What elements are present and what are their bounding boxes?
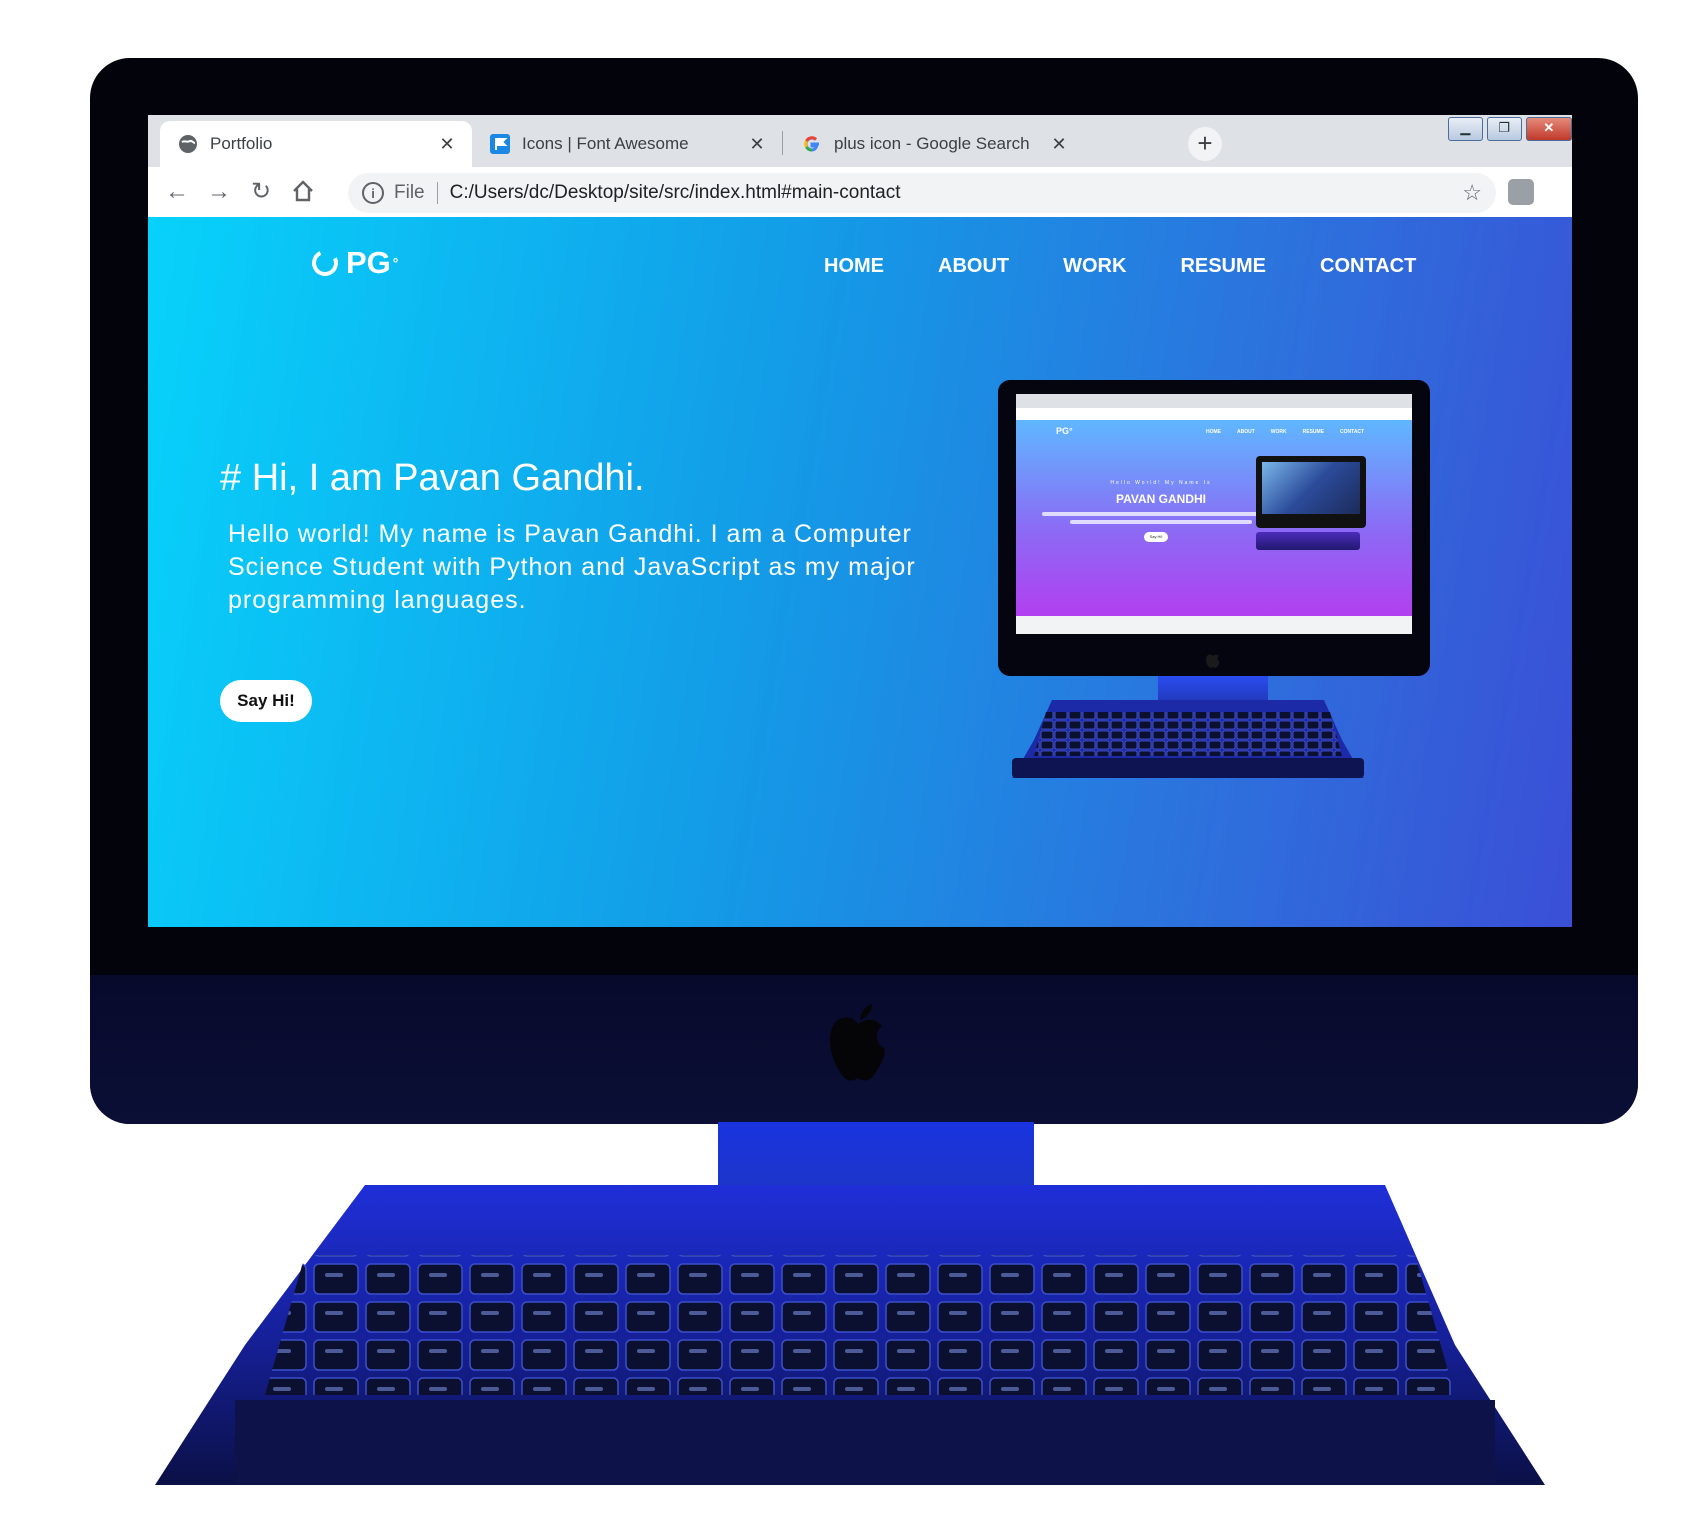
extension-bookmark-icon[interactable] <box>1508 179 1534 205</box>
apple-logo-icon <box>829 1004 885 1081</box>
mini-text-line <box>1070 520 1252 524</box>
close-icon[interactable]: ✕ <box>434 134 460 155</box>
mini-greeting: Hello World! My Name Is <box>1110 480 1212 486</box>
mini-imac-keyboard <box>1256 532 1360 550</box>
reload-icon[interactable]: ↻ <box>248 179 274 205</box>
mini-keyboard-image <box>1012 700 1364 778</box>
mini-nav-home: HOME <box>1206 429 1221 435</box>
close-icon[interactable]: ✕ <box>1046 134 1072 155</box>
site-nav: HOME ABOUT WORK RESUME CONTACT <box>824 255 1416 278</box>
hero-title: # Hi, I am Pavan Gandhi. <box>220 457 645 499</box>
tab-title: plus icon - Google Search <box>834 134 1030 153</box>
tab-title: Portfolio <box>210 134 273 153</box>
power-ring-icon <box>308 246 342 280</box>
nav-work[interactable]: WORK <box>1063 255 1126 278</box>
site-logo[interactable]: PG ° <box>308 245 399 281</box>
browser-window: Portfolio ✕ Icons | Font Awesome ✕ plus … <box>148 115 1572 927</box>
mini-say-hi-button: Say Hi! <box>1144 532 1168 542</box>
mini-nav-work: WORK <box>1270 429 1287 435</box>
mini-logo: PG° <box>1056 426 1073 436</box>
minimize-button[interactable]: ▁ <box>1448 117 1483 141</box>
google-icon <box>802 134 822 154</box>
mini-apple-logo-icon <box>1205 654 1220 668</box>
say-hi-button[interactable]: Say Hi! <box>220 680 312 722</box>
address-bar[interactable]: i File C:/Users/dc/Desktop/site/src/inde… <box>348 173 1496 213</box>
portfolio-page: PG ° HOME ABOUT WORK RESUME CONTACT # Hi… <box>148 217 1572 927</box>
home-icon[interactable] <box>290 179 316 205</box>
mini-page: PG° HOME ABOUT WORK RESUME CONTACT Hello… <box>1016 420 1412 616</box>
mini-address-bar <box>1016 408 1412 420</box>
mini-nav-about: ABOUT <box>1237 429 1255 435</box>
back-arrow-icon[interactable]: ← <box>164 179 190 205</box>
mini-imac-image <box>1256 456 1366 528</box>
forward-arrow-icon[interactable]: → <box>206 179 232 205</box>
close-window-button[interactable]: ✕ <box>1525 117 1572 141</box>
address-divider <box>436 182 438 204</box>
tab-google-search[interactable]: plus icon - Google Search ✕ <box>784 121 1084 167</box>
nav-home[interactable]: HOME <box>824 255 884 278</box>
bookmark-star-icon[interactable]: ☆ <box>1462 180 1482 206</box>
logo-text: PG <box>346 245 391 280</box>
nav-contact[interactable]: CONTACT <box>1320 255 1416 278</box>
mini-text-line <box>1042 512 1280 516</box>
logo-mark: ° <box>392 255 399 271</box>
restore-button[interactable]: ❐ <box>1486 117 1522 141</box>
window-controls: ▁ ❐ ✕ <box>1448 117 1572 143</box>
mini-nav-resume: RESUME <box>1302 429 1325 435</box>
mini-name: PAVAN GANDHI <box>1116 492 1206 506</box>
info-icon[interactable]: i <box>362 182 384 204</box>
mini-nav: HOME ABOUT WORK RESUME CONTACT <box>1206 429 1364 435</box>
nav-resume[interactable]: RESUME <box>1180 255 1266 278</box>
mini-nav-contact: CONTACT <box>1340 429 1365 435</box>
mini-downloads-bar <box>1016 616 1412 634</box>
tab-portfolio[interactable]: Portfolio ✕ <box>160 121 472 167</box>
mini-imac-screen <box>1262 462 1360 514</box>
hero-description: Hello world! My name is Pavan Gandhi. I … <box>228 520 916 614</box>
mini-screen: PG° HOME ABOUT WORK RESUME CONTACT Hello… <box>1016 394 1412 634</box>
close-icon[interactable]: ✕ <box>744 134 770 155</box>
mini-tab-strip <box>1016 394 1412 408</box>
nav-about[interactable]: ABOUT <box>938 255 1009 278</box>
new-tab-button[interactable]: + <box>1188 127 1222 161</box>
keyboard-image <box>155 1185 1545 1485</box>
address-url: C:/Users/dc/Desktop/site/src/index.html#… <box>449 182 901 203</box>
flag-icon <box>490 134 510 154</box>
tab-title: Icons | Font Awesome <box>522 134 689 153</box>
globe-icon <box>178 134 198 154</box>
tab-font-awesome[interactable]: Icons | Font Awesome ✕ <box>472 121 782 167</box>
hero-monitor-image: PG° HOME ABOUT WORK RESUME CONTACT Hello… <box>998 380 1430 782</box>
tab-separator <box>782 131 783 155</box>
address-scheme: File <box>394 182 425 203</box>
